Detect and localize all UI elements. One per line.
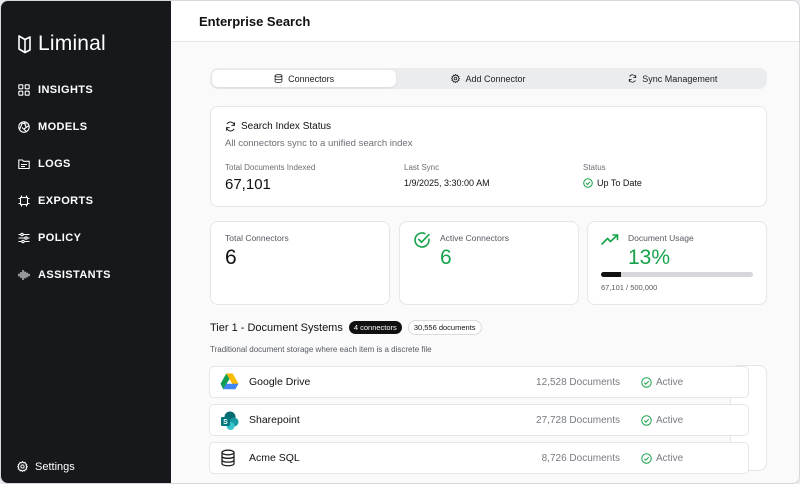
sidebar-item-label: EXPORTS (38, 194, 94, 207)
sidebar-item-label: POLICY (38, 231, 82, 244)
document-usage-card: Document Usage 13% 67,101 / 500,000 (587, 221, 767, 305)
tab-bar: Connectors Add Connector Sync Management (210, 68, 767, 89)
tab-label: Connectors (288, 73, 335, 84)
logo[interactable]: Liminal (17, 32, 106, 56)
status-text: Up To Date (597, 178, 642, 188)
tab-connectors[interactable]: Connectors (212, 70, 397, 87)
settings-label: Settings (35, 461, 75, 473)
field-value: 1/9/2025, 3:30:00 AM (404, 178, 490, 188)
total-connectors-card: Total Connectors 6 (210, 221, 390, 305)
status-text: Active (656, 452, 684, 464)
top-bar: Enterprise Search (171, 1, 799, 42)
card-subtitle: All connectors sync to a unified search … (225, 138, 413, 149)
field-label: Total Documents Indexed (225, 163, 316, 172)
tier-title: Tier 1 - Document Systems (210, 321, 343, 334)
connector-doc-count: 12,528 Documents (536, 376, 620, 388)
refresh-icon (225, 121, 236, 132)
tier-description: Traditional document storage where each … (210, 345, 432, 354)
connector-doc-count: 8,726 Documents (541, 452, 620, 464)
connector-status: Active (641, 453, 683, 464)
sidebar-item-label: INSIGHTS (38, 83, 94, 96)
database-icon (220, 449, 239, 468)
refresh-icon (628, 74, 637, 83)
trending-up-icon (601, 234, 619, 246)
frame-icon (18, 195, 30, 207)
sidebar-item-label: ASSISTANTS (38, 268, 111, 281)
liminal-logo-icon (17, 34, 32, 54)
sidebar-nav: INSIGHTS MODELS LOGS EXPORTS POLICY ASSI… (1, 71, 171, 293)
stat-value: 6 (225, 246, 237, 269)
check-circle-icon (413, 231, 431, 249)
field-value: 67,101 (225, 176, 271, 193)
total-documents-field: Total Documents Indexed 67,101 (225, 163, 315, 193)
connector-row-google-drive[interactable]: Google Drive 12,528 Documents Active (209, 366, 749, 398)
stat-value: 6 (440, 246, 452, 269)
logo-text: Liminal (38, 32, 106, 55)
usage-progress-bar (601, 272, 753, 277)
sidebar-item-assistants[interactable]: ASSISTANTS (1, 256, 171, 293)
check-circle-icon (641, 376, 652, 388)
tab-add-connector[interactable]: Add Connector (396, 70, 580, 87)
connectors-count-badge: 4 connectors (348, 321, 402, 334)
sidebar: Liminal INSIGHTS MODELS LOGS EXPORTS POL… (1, 1, 171, 483)
sidebar-item-label: LOGS (38, 157, 71, 170)
check-circle-icon (583, 178, 593, 188)
stat-label: Active Connectors (440, 233, 509, 243)
tab-label: Add Connector (465, 73, 526, 84)
tab-sync-management[interactable]: Sync Management (581, 70, 765, 87)
aperture-icon (18, 120, 30, 133)
connector-status: Active (641, 377, 683, 388)
svg-text:S: S (223, 419, 228, 426)
page-title: Enterprise Search (199, 13, 311, 29)
search-index-status-card: Search Index Status All connectors sync … (210, 106, 767, 207)
database-icon (274, 74, 283, 83)
active-connectors-card: Active Connectors 6 (399, 221, 579, 305)
connector-doc-count: 27,728 Documents (536, 414, 620, 426)
sidebar-item-logs[interactable]: LOGS (1, 145, 171, 182)
grid-icon (18, 83, 30, 96)
status-field: Status Up To Date (583, 163, 642, 188)
main-content: Enterprise Search Connectors Add Connect… (171, 1, 799, 483)
stat-label: Document Usage (628, 233, 694, 243)
waveform-icon (18, 269, 30, 281)
documents-count-badge: 30,556 documents (407, 320, 482, 335)
field-label: Status (583, 163, 606, 172)
usage-progress-fill (601, 272, 622, 277)
last-sync-field: Last Sync 1/9/2025, 3:30:00 AM (404, 163, 490, 188)
google-drive-icon (220, 373, 239, 392)
settings-button[interactable]: Settings (17, 461, 75, 473)
stat-value: 13% (628, 246, 671, 269)
connector-name: Acme SQL (249, 452, 300, 464)
status-value: Up To Date (583, 178, 642, 188)
folder-icon (18, 158, 30, 170)
sidebar-item-label: MODELS (38, 120, 88, 133)
sidebar-item-policy[interactable]: POLICY (1, 219, 171, 256)
connector-row-acme-sql[interactable]: Acme SQL 8,726 Documents Active (209, 442, 749, 474)
gear-icon (451, 74, 461, 83)
field-label: Last Sync (404, 163, 440, 172)
sharepoint-icon: S (220, 411, 239, 430)
connector-name: Google Drive (249, 376, 311, 388)
sidebar-item-models[interactable]: MODELS (1, 108, 171, 145)
sidebar-item-insights[interactable]: INSIGHTS (1, 71, 171, 108)
connector-status: Active (641, 415, 683, 426)
connector-name: Sharepoint (249, 414, 300, 426)
status-text: Active (656, 414, 684, 426)
card-header: Search Index Status (225, 121, 331, 132)
stat-label: Total Connectors (225, 233, 289, 243)
gear-icon (17, 461, 29, 473)
sidebar-item-exports[interactable]: EXPORTS (1, 182, 171, 219)
app-window: Liminal INSIGHTS MODELS LOGS EXPORTS POL… (0, 0, 800, 484)
tab-label: Sync Management (642, 73, 718, 84)
check-circle-icon (641, 414, 652, 426)
check-circle-icon (641, 452, 652, 464)
status-text: Active (656, 376, 684, 388)
card-title: Search Index Status (241, 121, 332, 132)
tier-header: Tier 1 - Document Systems 4 connectors 3… (210, 320, 482, 335)
usage-detail: 67,101 / 500,000 (601, 283, 658, 292)
connector-row-sharepoint[interactable]: S Sharepoint 27,728 Documents Active (209, 404, 749, 436)
sliders-icon (18, 232, 30, 244)
